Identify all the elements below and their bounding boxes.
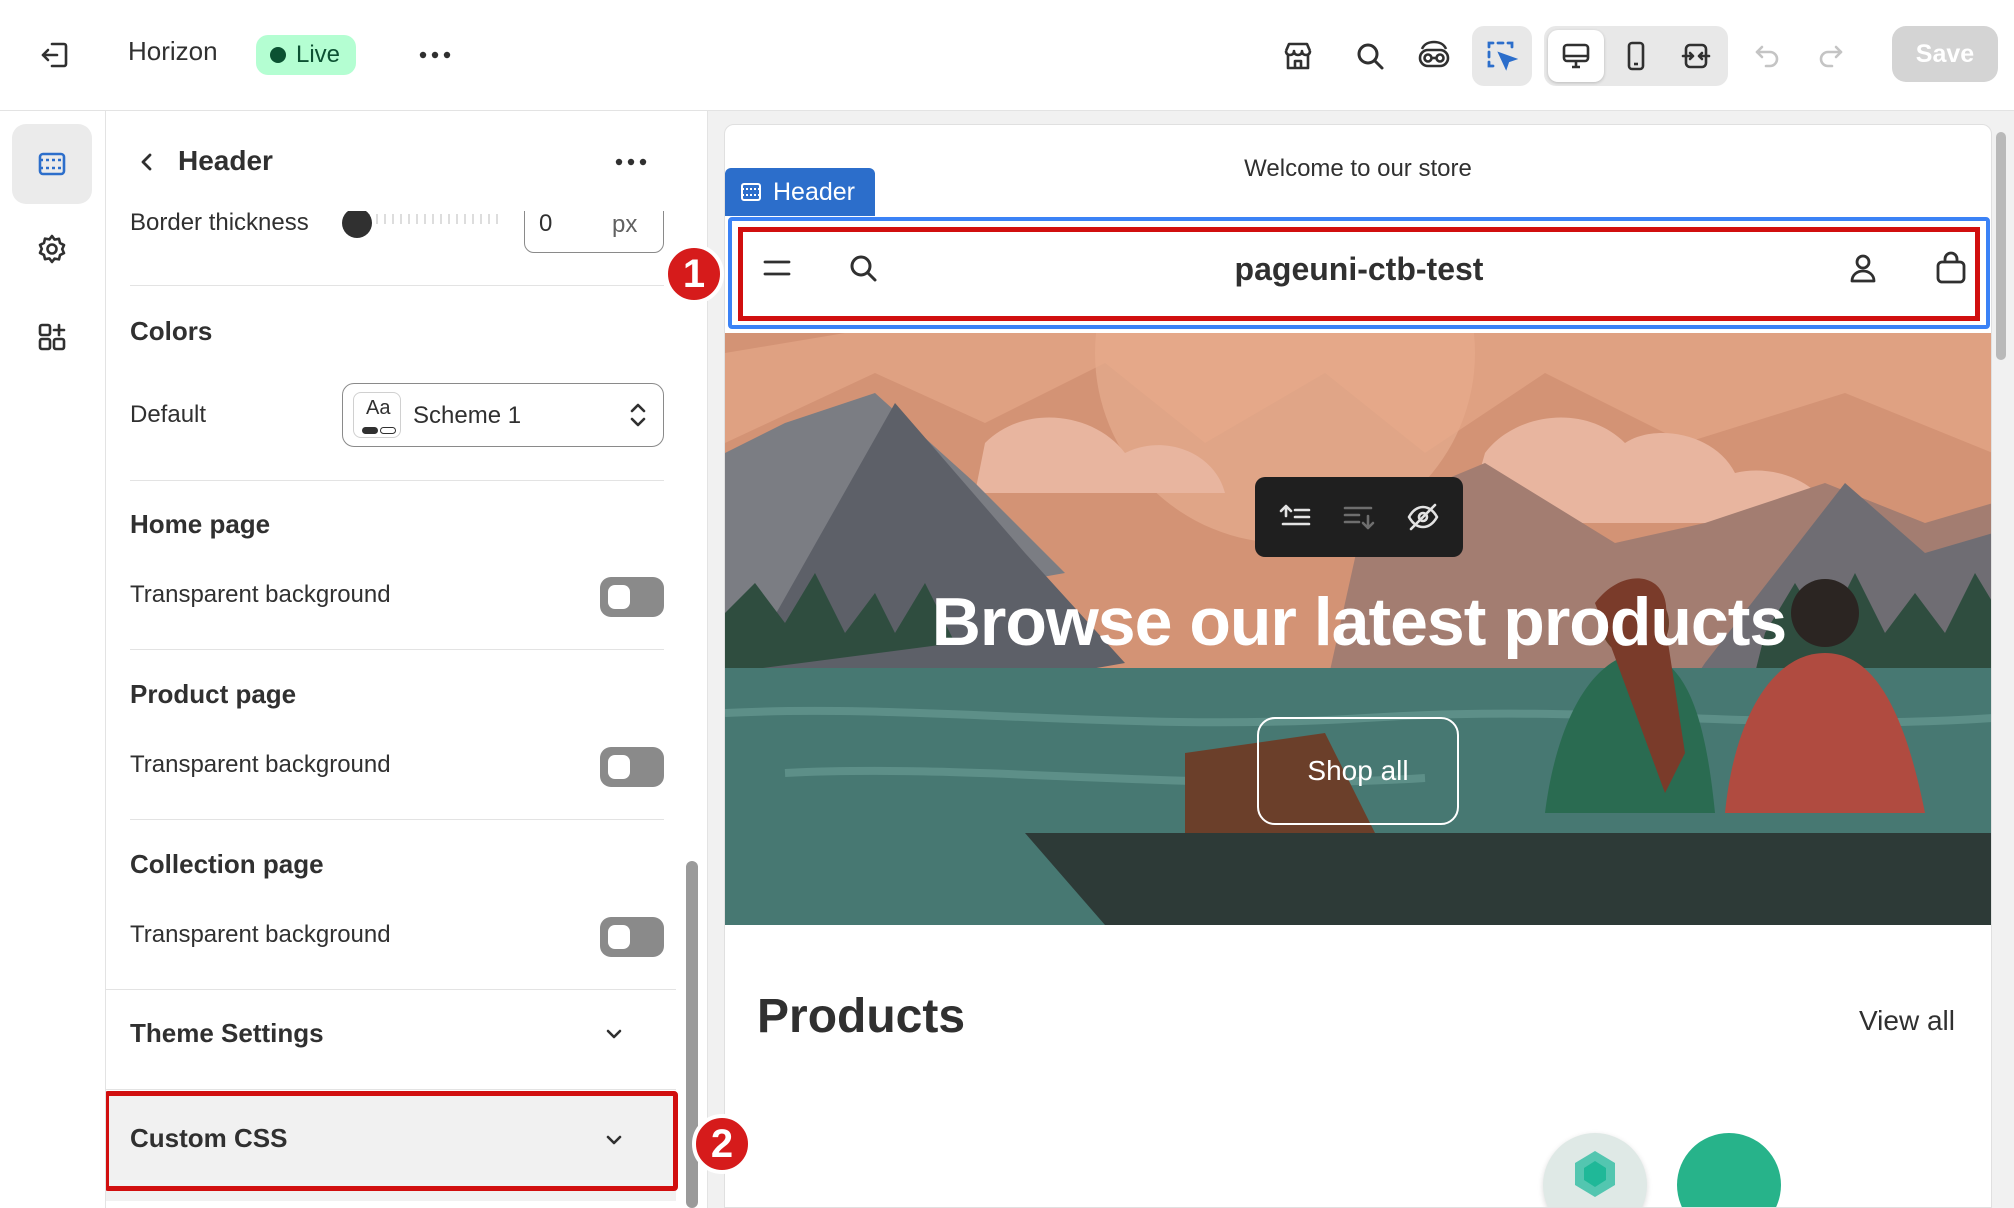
product-hex-icon: [1575, 1151, 1615, 1197]
divider: [106, 989, 676, 990]
section-label-text: Header: [773, 177, 855, 206]
hero-banner: Browse our latest products Shop all: [725, 333, 1991, 925]
announcement-bar: Welcome to our store: [725, 125, 1991, 217]
collection-transparent-label: Transparent background: [130, 921, 391, 948]
move-up-icon[interactable]: [1271, 493, 1319, 541]
toggle-knob: [608, 585, 630, 609]
undo-icon[interactable]: [1742, 30, 1794, 82]
cart-icon[interactable]: [1926, 243, 1976, 293]
collection-page-heading: Collection page: [130, 849, 324, 879]
left-rail: [0, 111, 106, 1208]
redo-icon[interactable]: [1804, 30, 1856, 82]
hide-eye-icon[interactable]: [1399, 493, 1447, 541]
status-badge: Live: [256, 35, 357, 75]
toggle-knob: [608, 755, 630, 779]
product-thumb[interactable]: [1543, 1133, 1647, 1207]
preview-frame: Welcome to our store Header pageuni-ctb-…: [724, 124, 1992, 1208]
scheme-swatch: Aa: [353, 392, 401, 438]
product-transparent-label: Transparent background: [130, 751, 391, 778]
live-dot-icon: [270, 47, 286, 63]
preview-scrollbar[interactable]: [1996, 132, 2006, 360]
custom-css-highlight: [106, 1091, 678, 1191]
theme-settings-label: Theme Settings: [130, 1018, 324, 1048]
scheme-value: Scheme 1: [413, 402, 522, 429]
shop-name[interactable]: pageuni-ctb-test: [732, 251, 1986, 288]
divider: [130, 649, 664, 650]
device-switcher: [1544, 26, 1728, 86]
home-transparent-toggle[interactable]: [600, 577, 664, 617]
inspector-toggle[interactable]: [1472, 26, 1532, 86]
color-scheme-select[interactable]: Aa Scheme 1: [342, 383, 664, 447]
more-icon[interactable]: [606, 139, 656, 185]
sections-icon[interactable]: [12, 124, 92, 204]
storefront-icon[interactable]: [1272, 30, 1324, 82]
account-icon[interactable]: [1838, 243, 1888, 293]
store-header[interactable]: pageuni-ctb-test: [728, 217, 1990, 329]
home-page-heading: Home page: [130, 509, 271, 539]
home-transparent-label: Transparent background: [130, 581, 391, 608]
apps-icon[interactable]: [12, 297, 92, 377]
more-icon[interactable]: [410, 30, 460, 80]
save-button[interactable]: Save: [1892, 26, 1998, 82]
swatch-primary: [362, 427, 378, 434]
colors-heading: Colors: [130, 316, 213, 346]
preview-eye-icon[interactable]: [1408, 30, 1460, 82]
collection-transparent-toggle[interactable]: [600, 917, 664, 957]
fullwidth-icon[interactable]: [1668, 30, 1724, 82]
view-all-link[interactable]: View all: [1859, 1005, 1955, 1037]
shop-all-button[interactable]: Shop all: [1257, 717, 1459, 825]
toggle-knob: [608, 925, 630, 949]
border-thickness-label: Border thickness: [130, 209, 309, 236]
products-heading: Products: [757, 990, 966, 1043]
settings-gear-icon[interactable]: [12, 209, 92, 289]
select-chevron-icon: [627, 398, 649, 437]
border-unit: px: [612, 211, 638, 238]
divider: [130, 285, 664, 286]
announcement-text: Welcome to our store: [1244, 155, 1472, 182]
top-bar: Horizon Live Save: [0, 0, 2014, 111]
desktop-icon[interactable]: [1548, 30, 1604, 82]
store-name: Horizon: [128, 36, 218, 66]
panel-header: Header: [106, 111, 707, 211]
product-page-heading: Product page: [130, 679, 297, 709]
annotation-marker-1: 1: [664, 244, 724, 304]
hero-title: Browse our latest products: [931, 584, 1787, 660]
settings-panel: Border thickness px Colors Default Aa Sc…: [106, 111, 708, 1208]
panel-title: Header: [178, 145, 273, 176]
border-slider-handle[interactable]: [342, 208, 372, 238]
border-slider-track[interactable]: [352, 214, 502, 224]
back-icon[interactable]: [124, 139, 170, 185]
section-label-tag[interactable]: Header: [725, 168, 875, 216]
chevron-down-icon: [601, 1021, 627, 1052]
theme-settings-accordion[interactable]: Theme Settings: [106, 991, 676, 1077]
status-badge-label: Live: [296, 41, 341, 68]
annotation-marker-2: 2: [692, 1114, 752, 1174]
exit-icon[interactable]: [30, 30, 80, 80]
move-down-icon[interactable]: [1335, 493, 1383, 541]
mobile-icon[interactable]: [1608, 30, 1664, 82]
product-thumb[interactable]: [1677, 1133, 1781, 1207]
default-label: Default: [130, 401, 207, 428]
divider: [130, 480, 664, 481]
section-floating-toolbar: [1255, 477, 1463, 557]
product-transparent-toggle[interactable]: [600, 747, 664, 787]
swatch-secondary: [380, 427, 396, 434]
search-icon[interactable]: [1344, 30, 1396, 82]
scheme-swatch-text: Aa: [366, 397, 391, 419]
divider: [106, 1089, 676, 1090]
divider: [130, 819, 664, 820]
